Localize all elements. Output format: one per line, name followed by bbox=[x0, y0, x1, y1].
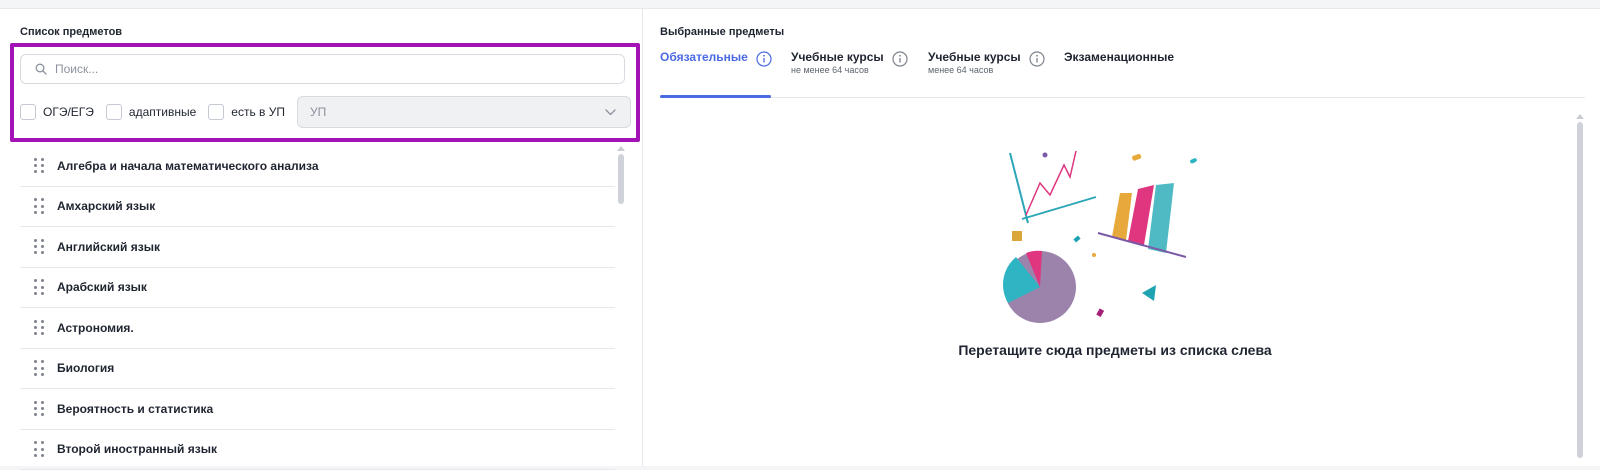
tab-courses-under64-label: Учебные курсы bbox=[928, 50, 1021, 64]
tab-courses-under64[interactable]: Учебные курсы менее 64 часов bbox=[928, 50, 1045, 76]
selected-subjects-scrollbar[interactable] bbox=[1577, 114, 1583, 458]
info-icon[interactable] bbox=[756, 51, 772, 67]
active-tab-indicator bbox=[660, 95, 771, 98]
tab-courses-64plus[interactable]: Учебные курсы не менее 64 часов bbox=[791, 50, 908, 76]
list-item[interactable]: Астрономия. bbox=[20, 308, 615, 349]
scrollbar-thumb[interactable] bbox=[1577, 122, 1583, 458]
drag-handle-icon[interactable] bbox=[34, 360, 44, 376]
tab-exam[interactable]: Экзаменационные bbox=[1064, 50, 1174, 64]
list-item[interactable]: Алгебра и начала математического анализа bbox=[20, 146, 615, 187]
info-icon[interactable] bbox=[892, 51, 908, 67]
tabs-bar: Обязательные Учебные курсы не менее 64 ч… bbox=[660, 50, 1585, 98]
list-item[interactable]: Второй иностранный язык bbox=[20, 430, 615, 470]
panel-divider bbox=[642, 8, 643, 466]
tab-mandatory-label: Обязательные bbox=[660, 50, 748, 64]
list-item[interactable]: Арабский язык bbox=[20, 268, 615, 309]
subject-list: Алгебра и начала математического анализа… bbox=[20, 146, 615, 470]
empty-state-message: Перетащите сюда предметы из списка слева bbox=[900, 342, 1330, 358]
drag-handle-icon[interactable] bbox=[34, 198, 44, 214]
drag-handle-icon[interactable] bbox=[34, 239, 44, 255]
drag-handle-icon[interactable] bbox=[34, 158, 44, 174]
list-item-label: Арабский язык bbox=[57, 280, 147, 294]
list-item-label: Вероятность и статистика bbox=[57, 402, 213, 416]
info-icon[interactable] bbox=[1029, 51, 1045, 67]
tab-exam-label: Экзаменационные bbox=[1064, 50, 1174, 64]
list-item-label: Амхарский язык bbox=[57, 199, 155, 213]
list-item-label: Биология bbox=[57, 361, 114, 375]
list-item-label: Астрономия. bbox=[57, 321, 134, 335]
tab-mandatory[interactable]: Обязательные bbox=[660, 50, 772, 67]
list-item-label: Английский язык bbox=[57, 240, 160, 254]
list-item[interactable]: Амхарский язык bbox=[20, 187, 615, 228]
tab-courses-64plus-sub: не менее 64 часов bbox=[791, 64, 884, 76]
tab-courses-64plus-label: Учебные курсы bbox=[791, 50, 884, 64]
list-item-label: Второй иностранный язык bbox=[57, 442, 217, 456]
selected-subjects-title: Выбранные предметы bbox=[660, 26, 784, 38]
scrollbar-thumb[interactable] bbox=[618, 154, 624, 204]
drag-handle-icon[interactable] bbox=[34, 320, 44, 336]
tab-courses-under64-sub: менее 64 часов bbox=[928, 64, 1021, 76]
drag-handle-icon[interactable] bbox=[34, 441, 44, 457]
list-item-label: Алгебра и начала математического анализа bbox=[57, 159, 319, 173]
scroll-up-arrow-icon[interactable] bbox=[1576, 114, 1584, 119]
scroll-up-arrow-icon[interactable] bbox=[617, 146, 625, 151]
list-item[interactable]: Биология bbox=[20, 349, 615, 390]
list-item[interactable]: Английский язык bbox=[20, 227, 615, 268]
subject-list-scrollbar[interactable] bbox=[618, 146, 624, 456]
list-item[interactable]: Вероятность и статистика bbox=[20, 389, 615, 430]
empty-state-chart-illustration bbox=[1000, 145, 1240, 335]
drag-handle-icon[interactable] bbox=[34, 279, 44, 295]
search-filter-highlight bbox=[10, 43, 640, 142]
drag-handle-icon[interactable] bbox=[34, 401, 44, 417]
subject-list-title: Список предметов bbox=[20, 26, 122, 38]
